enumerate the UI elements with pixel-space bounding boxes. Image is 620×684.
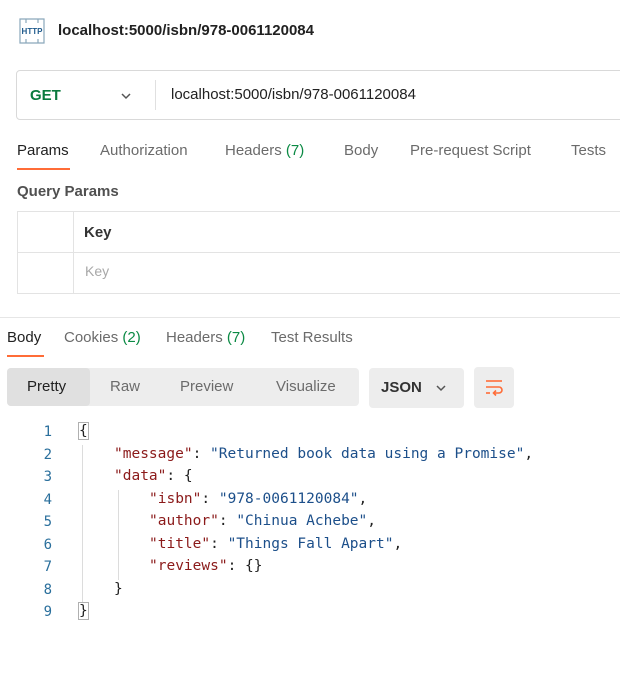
tab-body[interactable]: Body: [344, 142, 378, 159]
code-line: "isbn": "978-0061120084",: [149, 491, 368, 507]
json-key: "isbn": [149, 491, 202, 507]
code-line: {: [78, 422, 89, 440]
line-number: 4: [43, 492, 52, 508]
request-title[interactable]: localhost:5000/isbn/978-0061120084: [58, 22, 314, 39]
indent-guide: [118, 490, 119, 580]
tab-headers[interactable]: Headers (7): [225, 142, 304, 159]
tab-authorization[interactable]: Authorization: [100, 142, 188, 159]
url-input[interactable]: [171, 86, 611, 103]
json-key: "message": [114, 446, 193, 462]
code-line: }: [78, 602, 89, 620]
tab-pre-request-script[interactable]: Pre-request Script: [410, 142, 531, 159]
http-icon: HTTP: [19, 18, 45, 44]
wrap-lines-icon: [486, 380, 503, 397]
view-mode-visualize[interactable]: Visualize: [276, 378, 336, 395]
params-row-divider: [17, 252, 620, 253]
json-brace: }: [114, 581, 123, 597]
code-line: "data": {: [114, 468, 193, 484]
view-mode-preview[interactable]: Preview: [180, 378, 233, 395]
code-line: "author": "Chinua Achebe",: [149, 513, 376, 529]
svg-text:HTTP: HTTP: [22, 27, 44, 36]
line-number: 5: [43, 514, 52, 530]
json-object: {}: [245, 558, 263, 574]
tab-headers-label: Headers: [225, 142, 282, 159]
json-string: "Things Fall Apart": [227, 536, 394, 552]
response-tab-body[interactable]: Body: [7, 329, 41, 346]
query-params-label: Query Params: [17, 183, 119, 200]
line-number: 2: [43, 447, 52, 463]
view-mode-raw[interactable]: Raw: [110, 378, 140, 395]
line-number: 3: [43, 469, 52, 485]
response-tab-cookies[interactable]: Cookies (2): [64, 329, 141, 346]
json-string: "Chinua Achebe": [236, 513, 368, 529]
json-key: "author": [149, 513, 219, 529]
response-active-tab-indicator: [7, 355, 44, 357]
url-divider: [155, 80, 156, 110]
json-key: "data": [114, 468, 167, 484]
tab-headers-count: (7): [285, 142, 305, 159]
json-brace: {: [78, 422, 89, 440]
params-col-divider: [73, 211, 74, 294]
response-tab-test-results[interactable]: Test Results: [271, 329, 353, 346]
code-line: }: [114, 581, 123, 597]
active-tab-indicator: [17, 168, 70, 170]
json-key: "reviews": [149, 558, 228, 574]
json-string: "978-0061120084": [218, 491, 359, 507]
response-tab-headers-count: (7): [226, 329, 246, 346]
json-string: "Returned book data using a Promise": [210, 446, 525, 462]
code-line: "reviews": {}: [149, 558, 263, 574]
response-tab-cookies-label: Cookies: [64, 329, 119, 346]
line-number: 8: [43, 582, 52, 598]
language-label: JSON: [381, 379, 422, 396]
param-key-input[interactable]: [85, 263, 385, 279]
response-tab-cookies-count: (2): [122, 329, 141, 346]
indent-guide: [82, 445, 83, 603]
response-divider[interactable]: [0, 317, 620, 318]
line-number: 7: [43, 559, 52, 575]
response-tab-headers[interactable]: Headers (7): [166, 329, 245, 346]
chevron-down-icon[interactable]: [119, 89, 133, 103]
line-number: 1: [43, 424, 52, 440]
json-key: "title": [149, 536, 211, 552]
response-tab-headers-label: Headers: [166, 329, 223, 346]
view-mode-pretty[interactable]: Pretty: [27, 378, 66, 395]
tab-tests[interactable]: Tests: [571, 142, 606, 159]
method-select[interactable]: GET: [30, 87, 61, 104]
key-column-header: Key: [84, 224, 112, 241]
code-line: "message": "Returned book data using a P…: [114, 446, 534, 462]
tab-params[interactable]: Params: [17, 142, 69, 159]
line-number: 9: [43, 604, 52, 620]
code-line: "title": "Things Fall Apart",: [149, 536, 403, 552]
chevron-down-icon: [436, 385, 446, 392]
json-brace: }: [78, 602, 89, 620]
line-number: 6: [43, 537, 52, 553]
